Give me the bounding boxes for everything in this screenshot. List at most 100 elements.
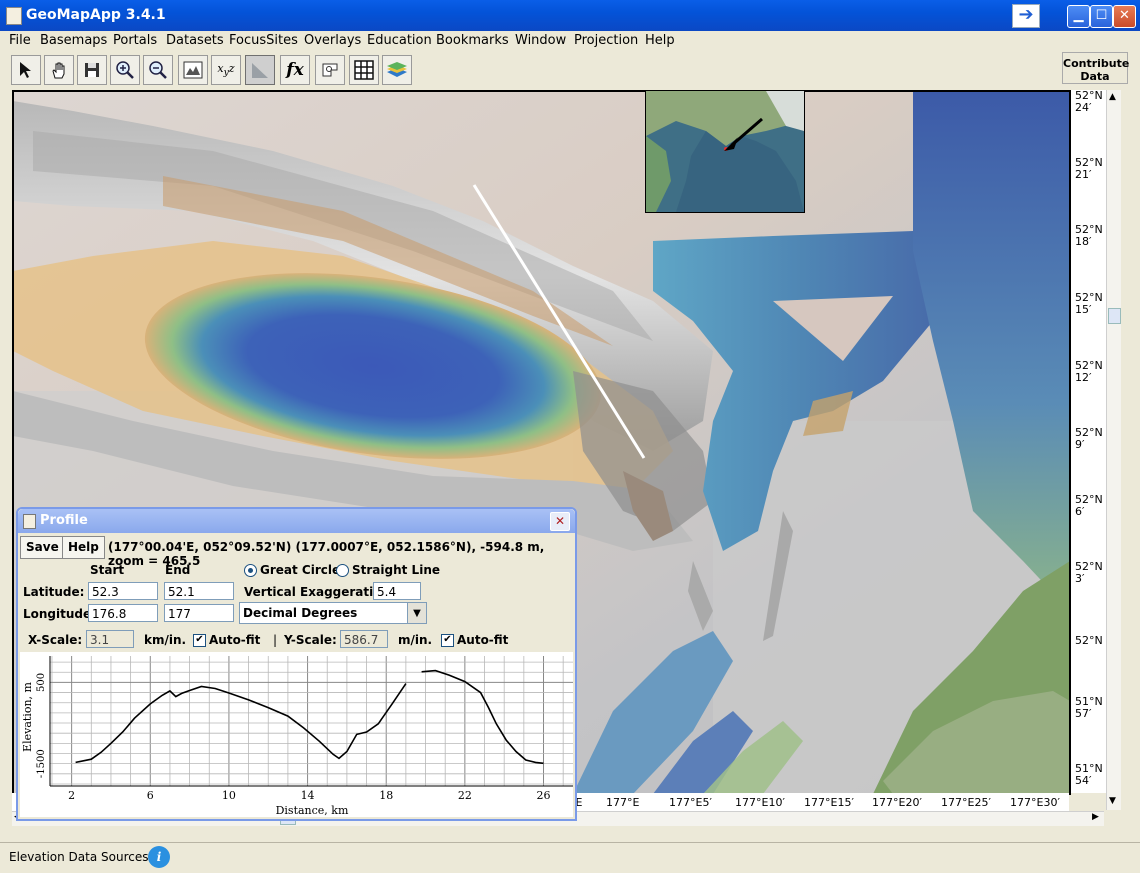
profile-close-button[interactable]: ✕ bbox=[550, 512, 570, 531]
save-icon[interactable] bbox=[77, 55, 107, 85]
image-icon[interactable] bbox=[178, 55, 208, 85]
lat-label: 52°N 12′ bbox=[1075, 359, 1103, 384]
vertical-scrollbar[interactable]: ▲ ▼ bbox=[1106, 90, 1121, 810]
locator-inset-map[interactable] bbox=[645, 90, 805, 213]
elevation-profile-line bbox=[421, 669, 544, 765]
lat-label: 52°N 18′ bbox=[1075, 223, 1103, 248]
scale-separator: | bbox=[273, 633, 278, 647]
lat-label: 52°N 6′ bbox=[1075, 493, 1103, 518]
straight-line-label: Straight Line bbox=[352, 563, 440, 577]
x-tick-label: 10 bbox=[222, 789, 236, 802]
select-arrow-icon[interactable] bbox=[11, 55, 41, 85]
menu-basemaps[interactable]: Basemaps bbox=[40, 33, 107, 48]
longitude-start-field[interactable]: 176.8 bbox=[88, 604, 158, 622]
lat-label: 51°N 54′ bbox=[1075, 762, 1103, 787]
profile-window: Profile ✕ Save Help (177°00.04'E, 052°09… bbox=[16, 507, 577, 821]
y-scale-label: Y-Scale: bbox=[284, 633, 337, 647]
lon-label: 177°E15′ bbox=[804, 796, 854, 809]
menu-portals[interactable]: Portals bbox=[113, 33, 157, 48]
x-autofit-checkbox[interactable]: ✔ bbox=[193, 634, 206, 647]
great-circle-label: Great Circle bbox=[260, 563, 341, 577]
close-button[interactable]: ✕ bbox=[1113, 5, 1136, 28]
lat-label: 52°N 21′ bbox=[1075, 156, 1103, 181]
contribute-label-line2: Data bbox=[1080, 70, 1110, 83]
menu-overlays[interactable]: Overlays bbox=[304, 33, 361, 48]
menu-bar: File Basemaps Portals Datasets FocusSite… bbox=[0, 31, 1140, 51]
menu-file[interactable]: File bbox=[9, 33, 31, 48]
lat-label: 52°N 3′ bbox=[1075, 560, 1103, 585]
java-app-icon bbox=[6, 7, 22, 25]
pan-hand-icon[interactable] bbox=[44, 55, 74, 85]
y-scale-field[interactable]: 586.7 bbox=[340, 630, 388, 648]
fx-icon[interactable]: fx bbox=[280, 55, 310, 85]
lon-label: 177°E5′ bbox=[669, 796, 712, 809]
x-axis-label: Distance, km bbox=[276, 804, 349, 817]
info-icon[interactable]: i bbox=[148, 846, 170, 868]
lat-label: 52°N 9′ bbox=[1075, 426, 1103, 451]
menu-projection[interactable]: Projection bbox=[574, 33, 638, 48]
status-bar: Elevation Data Sources i bbox=[0, 842, 1140, 873]
x-scale-field[interactable]: 3.1 bbox=[86, 630, 134, 648]
scroll-down-arrow-icon[interactable]: ▼ bbox=[1109, 796, 1116, 806]
x-tick-label: 18 bbox=[379, 789, 393, 802]
end-header: End bbox=[165, 563, 191, 577]
scroll-up-arrow-icon[interactable]: ▲ bbox=[1109, 92, 1116, 102]
scroll-right-arrow-icon[interactable]: ▶ bbox=[1092, 812, 1099, 822]
minimize-button[interactable]: ▁ bbox=[1067, 5, 1090, 28]
x-scale-units: km/in. bbox=[144, 633, 187, 647]
y-autofit-checkbox[interactable]: ✔ bbox=[441, 634, 454, 647]
layers-icon[interactable] bbox=[382, 55, 412, 85]
units-select[interactable]: Decimal Degrees bbox=[239, 602, 409, 624]
x-autofit-label: Auto-fit bbox=[209, 633, 261, 647]
menu-window[interactable]: Window bbox=[515, 33, 566, 48]
longitude-end-field[interactable]: 177 bbox=[164, 604, 234, 622]
maximize-button[interactable]: ☐ bbox=[1090, 5, 1113, 28]
zoom-in-icon[interactable] bbox=[110, 55, 140, 85]
x-tick-label: 2 bbox=[68, 789, 75, 802]
vertical-exaggeration-field[interactable]: 5.4 bbox=[373, 582, 421, 600]
menu-focussites[interactable]: FocusSites bbox=[229, 33, 298, 48]
digitize-icon[interactable] bbox=[315, 55, 345, 85]
profile-title-bar[interactable]: Profile ✕ bbox=[18, 509, 575, 533]
y-scale-units: m/in. bbox=[398, 633, 433, 647]
java-app-icon bbox=[23, 514, 36, 529]
arrow-right-icon[interactable]: ➔ bbox=[1012, 4, 1040, 28]
help-button[interactable]: Help bbox=[62, 536, 105, 559]
latitude-label: Latitude: bbox=[23, 585, 85, 599]
lon-label: 177°E10′ bbox=[735, 796, 785, 809]
x-tick-label: 22 bbox=[458, 789, 472, 802]
profile-icon[interactable] bbox=[245, 55, 275, 85]
lat-label: 52°N bbox=[1075, 634, 1103, 647]
start-header: Start bbox=[90, 563, 125, 577]
y-axis-label: Elevation, m bbox=[21, 681, 34, 751]
latitude-scale: 52°N 24′ 52°N 21′ 52°N 18′ 52°N 15′ 52°N 12′ … bbox=[1070, 90, 1107, 793]
menu-help[interactable]: Help bbox=[645, 33, 675, 48]
title-bar: GeoMapApp 3.4.1 ➔ ▁ ☐ ✕ bbox=[0, 0, 1140, 31]
menu-bookmarks[interactable]: Bookmarks bbox=[436, 33, 509, 48]
latitude-end-field[interactable]: 52.1 bbox=[164, 582, 234, 600]
latitude-start-field[interactable]: 52.3 bbox=[88, 582, 158, 600]
elevation-data-sources-label: Elevation Data Sources bbox=[9, 850, 149, 864]
profile-chart-svg[interactable]: 2 6 10 14 18 22 26500-1500 Distance, km Elevat… bbox=[20, 652, 573, 817]
menu-datasets[interactable]: Datasets bbox=[166, 33, 224, 48]
zoom-out-icon[interactable] bbox=[143, 55, 173, 85]
straight-line-radio[interactable] bbox=[336, 564, 349, 577]
chevron-down-icon[interactable]: ▼ bbox=[407, 602, 427, 624]
profile-chart[interactable]: 2 6 10 14 18 22 26 500 -1500 Distance, km Elevat… bbox=[20, 652, 573, 817]
window-title: GeoMapApp 3.4.1 bbox=[26, 7, 166, 23]
vertical-scroll-thumb[interactable] bbox=[1108, 308, 1121, 324]
save-button[interactable]: Save bbox=[20, 536, 65, 559]
lat-label: 51°N 57′ bbox=[1075, 695, 1103, 720]
x-tick-label: 26 bbox=[537, 789, 551, 802]
toolbar: xyz fx bbox=[0, 51, 1140, 89]
y-autofit-label: Auto-fit bbox=[457, 633, 509, 647]
xyz-icon[interactable]: xyz bbox=[211, 55, 241, 85]
longitude-label: Longitude: bbox=[23, 607, 96, 621]
grid-icon[interactable] bbox=[349, 55, 379, 85]
menu-education[interactable]: Education bbox=[367, 33, 432, 48]
contribute-data-button[interactable]: Contribute Data bbox=[1062, 52, 1129, 84]
x-tick-label: 14 bbox=[301, 789, 315, 802]
lat-label: 52°N 15′ bbox=[1075, 291, 1103, 316]
great-circle-radio[interactable] bbox=[244, 564, 257, 577]
lat-label: 52°N 24′ bbox=[1075, 89, 1103, 114]
